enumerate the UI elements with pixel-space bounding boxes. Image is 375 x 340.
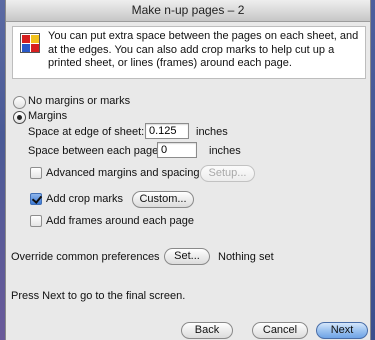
crop-marks-label[interactable]: Add crop marks — [46, 193, 123, 205]
cancel-button[interactable]: Cancel — [252, 322, 308, 339]
advanced-margins-checkbox[interactable] — [30, 167, 42, 179]
intro-panel: You can put extra space between the page… — [12, 26, 366, 79]
frames-label[interactable]: Add frames around each page — [46, 215, 194, 227]
edge-space-unit: inches — [196, 126, 228, 138]
between-space-unit: inches — [209, 145, 241, 157]
crop-marks-checkbox[interactable] — [30, 193, 42, 205]
setup-button[interactable]: Setup... — [200, 165, 255, 182]
between-space-input[interactable]: 0 — [157, 142, 197, 158]
footer-hint: Press Next to go to the final screen. — [11, 290, 186, 302]
edge-space-input[interactable]: 0.125 — [145, 123, 189, 139]
no-margins-radio[interactable] — [13, 96, 26, 109]
back-button[interactable]: Back — [181, 322, 233, 339]
window-title[interactable]: Make n-up pages – 2 — [6, 0, 370, 22]
intro-text: You can put extra space between the page… — [48, 30, 359, 69]
override-label: Override common preferences — [11, 251, 160, 263]
desktop-background-right — [371, 0, 375, 340]
dialog-window: Make n-up pages – 2 You can put extra sp… — [5, 0, 371, 340]
between-space-label: Space between each page: — [28, 145, 162, 157]
set-preferences-button[interactable]: Set... — [164, 248, 210, 265]
n-up-pages-icon — [20, 33, 40, 53]
custom-crop-button[interactable]: Custom... — [132, 191, 194, 208]
advanced-margins-label[interactable]: Advanced margins and spacing — [46, 167, 199, 179]
override-status: Nothing set — [218, 251, 274, 263]
no-margins-label[interactable]: No margins or marks — [28, 95, 130, 107]
next-button[interactable]: Next — [316, 322, 368, 339]
edge-space-label: Space at edge of sheet: — [28, 126, 145, 138]
frames-checkbox[interactable] — [30, 215, 42, 227]
margins-radio[interactable] — [13, 111, 26, 124]
margins-label[interactable]: Margins — [28, 110, 67, 122]
